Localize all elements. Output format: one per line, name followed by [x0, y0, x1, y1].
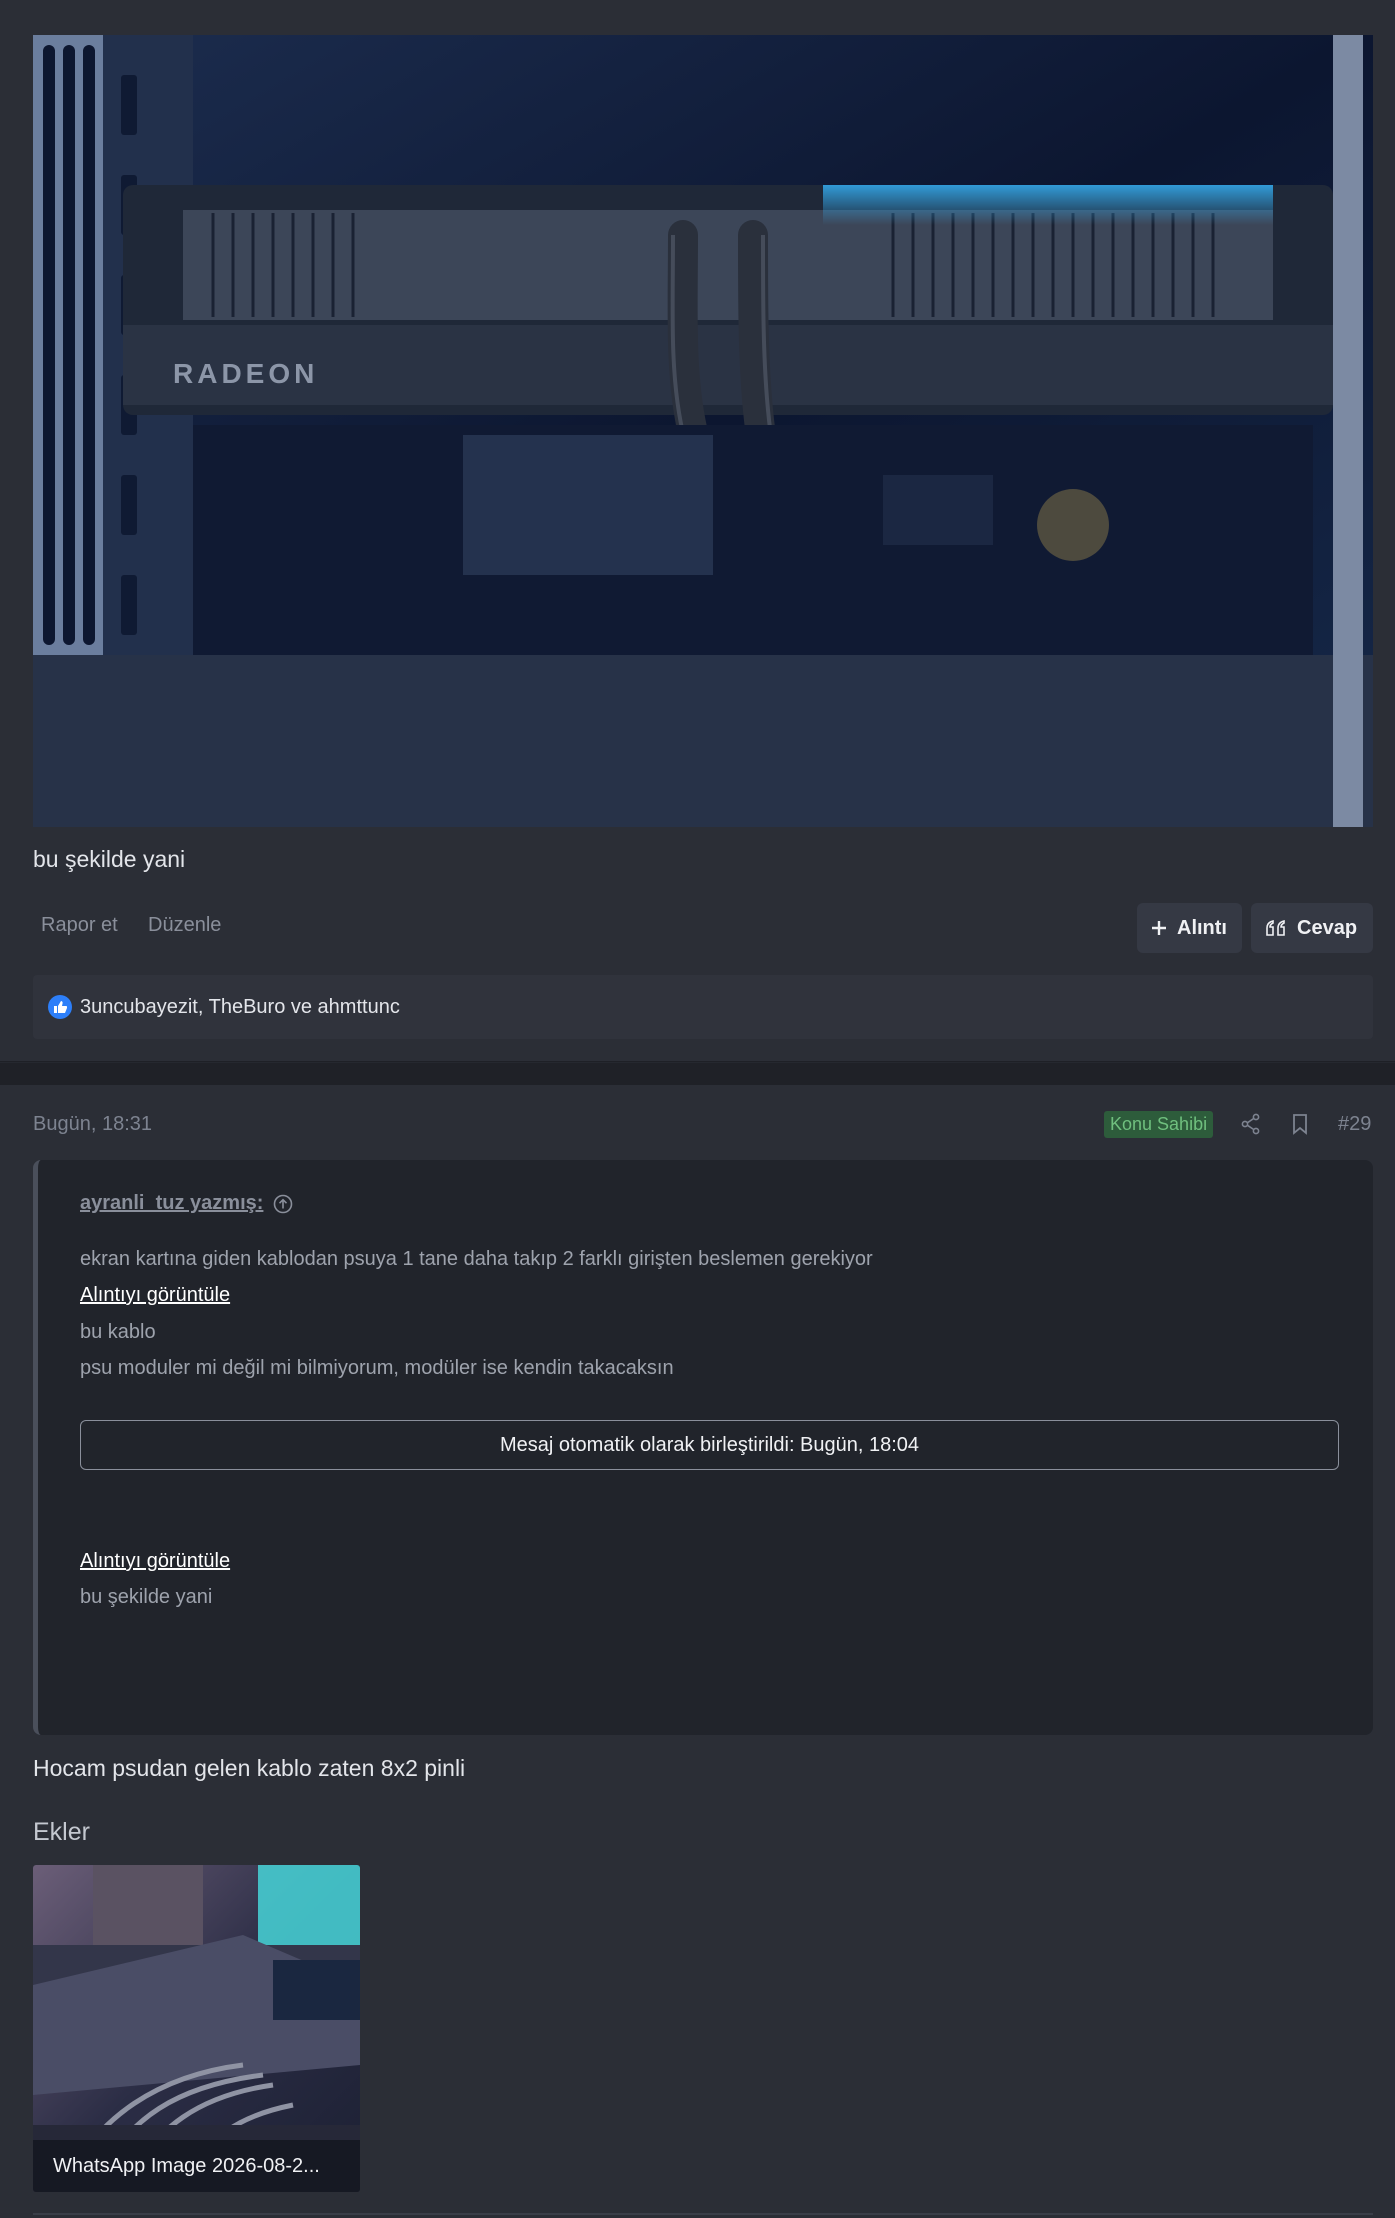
attachment-filename[interactable]: WhatsApp Image 2026-08-2...: [33, 2140, 360, 2192]
post-message: bu şekilde yani: [33, 846, 186, 872]
edit-link[interactable]: Düzenle: [148, 914, 221, 937]
divider: [33, 2213, 1373, 2215]
quote-text-line: psu moduler mi değil mi bilmiyorum, modü…: [80, 1357, 674, 1379]
view-quote-link[interactable]: Alıntıyı görüntüle: [80, 1284, 230, 1307]
radeon-logo: RADEON: [173, 358, 318, 389]
quote-button-label: Alıntı: [1177, 916, 1227, 939]
report-link[interactable]: Rapor et: [41, 914, 118, 937]
quote-text-line: bu kablo: [80, 1321, 156, 1343]
share-icon[interactable]: [1240, 1113, 1262, 1135]
quote-marks-icon: [1266, 919, 1285, 936]
bookmark-icon[interactable]: [1291, 1113, 1309, 1135]
quote-text-line: ekran kartına giden kablodan psuya 1 tan…: [80, 1248, 873, 1270]
reply-button-label: Cevap: [1297, 916, 1358, 939]
post-image[interactable]: RADEON: [33, 35, 1373, 827]
view-quote-link[interactable]: Alıntıyı görüntüle: [80, 1550, 230, 1573]
reactions-users[interactable]: 3uncubayezit, TheBuro ve ahmttunc: [80, 996, 400, 1019]
quote-author-link[interactable]: ayranli_tuz yazmış:: [80, 1192, 293, 1215]
post-date[interactable]: Bugün, 18:31: [33, 1113, 152, 1136]
quote-text-line: bu şekilde yani: [80, 1586, 213, 1608]
thread-owner-badge: Konu Sahibi: [1104, 1111, 1214, 1138]
quote-block: ayranli_tuz yazmış: ekran kartına giden …: [33, 1160, 1373, 1735]
attachment-thumbnail[interactable]: WhatsApp Image 2026-08-2...: [33, 1865, 360, 2192]
plus-icon: [1152, 921, 1166, 935]
reply-button[interactable]: Cevap: [1251, 903, 1373, 953]
merge-notice: Mesaj otomatik olarak birleştirildi: Bug…: [80, 1420, 1339, 1470]
post-number[interactable]: #29: [1338, 1113, 1371, 1136]
post-message: Hocam psudan gelen kablo zaten 8x2 pinli: [33, 1755, 466, 1781]
post-28: RADEON bu şekilde yani Rapor et Düzenle …: [0, 0, 1395, 1062]
like-icon: [48, 995, 72, 1019]
quote-button[interactable]: Alıntı: [1137, 903, 1242, 953]
attachments-heading: Ekler: [33, 1818, 90, 1846]
jump-to-post-icon[interactable]: [273, 1194, 293, 1214]
quote-author[interactable]: ayranli_tuz yazmış:: [80, 1192, 263, 1215]
reactions-bar[interactable]: 3uncubayezit, TheBuro ve ahmttunc: [33, 975, 1373, 1039]
post-separator: [0, 1063, 1395, 1085]
